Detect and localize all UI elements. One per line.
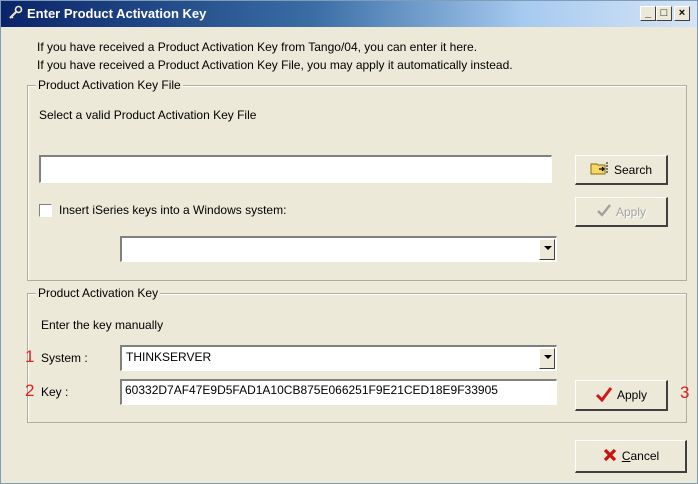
checkmark-icon-disabled	[596, 203, 612, 220]
title-bar[interactable]: Enter Product Activation Key _ □ ×	[1, 1, 697, 27]
annotation-number-1: 1	[25, 347, 35, 366]
manual-key-label: Enter the key manually	[41, 318, 164, 332]
system-combo-value: THINKSERVER	[126, 350, 212, 364]
search-button[interactable]: Search	[575, 155, 668, 185]
x-icon	[602, 447, 618, 466]
intro-line-1: If you have received a Product Activatio…	[37, 40, 478, 54]
annotation-number-2: 2	[25, 381, 35, 400]
chevron-down-icon[interactable]	[539, 239, 555, 260]
activation-key-group-label: Product Activation Key	[36, 286, 161, 300]
maximize-button[interactable]: □	[656, 6, 672, 21]
annotation-number-3: 3	[680, 383, 690, 402]
insert-iseries-checkbox[interactable]	[39, 204, 52, 217]
key-label: Key :	[41, 385, 69, 399]
select-file-label: Select a valid Product Activation Key Fi…	[39, 108, 257, 122]
system-label: System :	[41, 351, 88, 365]
search-button-label: Search	[613, 162, 653, 177]
key-icon	[7, 5, 23, 21]
iseries-system-combo[interactable]	[120, 236, 557, 262]
key-apply-button[interactable]: Apply	[575, 380, 668, 411]
minimize-button[interactable]: _	[640, 6, 656, 21]
activation-dialog: Enter Product Activation Key _ □ × If yo…	[0, 0, 698, 484]
file-apply-label: Apply	[615, 204, 647, 219]
file-path-input[interactable]	[39, 155, 552, 183]
system-combo[interactable]: THINKSERVER	[120, 345, 557, 371]
intro-line-2: If you have received a Product Activatio…	[37, 58, 513, 72]
close-button[interactable]: ×	[674, 6, 690, 21]
checkmark-icon	[595, 386, 613, 405]
cancel-label: Cancel	[621, 449, 660, 463]
cancel-button[interactable]: Cancel	[575, 440, 687, 473]
key-apply-label: Apply	[616, 388, 648, 402]
window-title: Enter Product Activation Key	[27, 6, 207, 21]
key-file-group-label: Product Activation Key File	[36, 78, 183, 92]
chevron-down-icon[interactable]	[539, 348, 555, 369]
key-input[interactable]: 60332D7AF47E9D5FAD1A10CB875E066251F9E21C…	[120, 379, 557, 405]
folder-search-icon	[590, 160, 610, 179]
file-apply-button[interactable]: Apply	[575, 197, 668, 227]
insert-iseries-label: Insert iSeries keys into a Windows syste…	[59, 203, 287, 217]
